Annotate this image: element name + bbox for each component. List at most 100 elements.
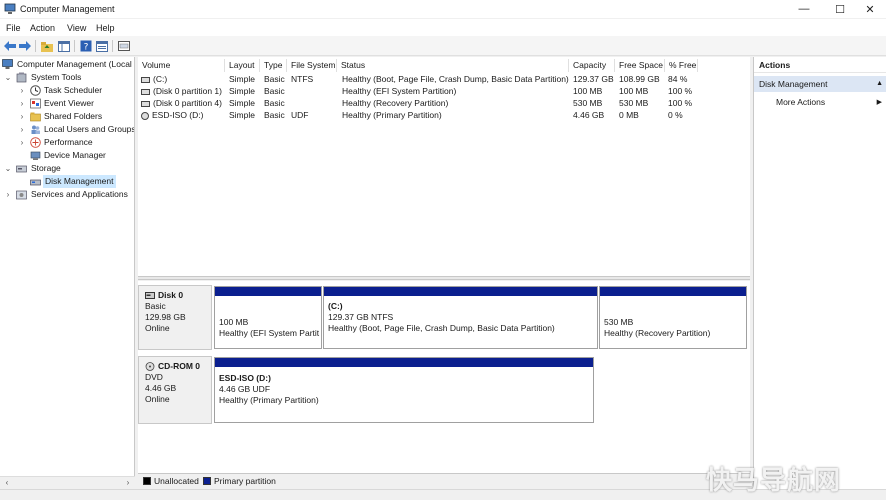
tree-item-disk-management[interactable]: Disk Management <box>30 175 134 188</box>
column-header-capacity[interactable]: Capacity <box>569 59 615 72</box>
console-tree-icon <box>58 40 70 52</box>
tree-horizontal-scrollbar[interactable]: ‹ › <box>0 476 135 489</box>
shared-folder-icon <box>30 112 41 122</box>
folder-up-icon <box>41 41 53 52</box>
toolbar: ? <box>0 36 886 56</box>
tree-item-system-tools[interactable]: ⌄ System Tools <box>4 71 134 84</box>
toolbar-separator <box>74 40 75 52</box>
actions-header: Actions <box>754 58 886 73</box>
menu-view[interactable]: View <box>67 23 86 33</box>
pane-splitter[interactable] <box>138 276 750 280</box>
help-button[interactable]: ? <box>79 39 93 53</box>
volume-cell: (Disk 0 partition 1) <box>141 85 222 97</box>
system-tools-icon <box>16 72 27 83</box>
partition-size: 530 MB <box>604 317 634 327</box>
properties-button[interactable] <box>95 39 109 53</box>
drive-icon <box>141 76 150 83</box>
minimize-button[interactable]: — <box>786 0 822 18</box>
type-cell: Basic <box>264 98 285 108</box>
tree-item-shared-folders[interactable]: › Shared Folders <box>18 110 134 123</box>
back-button[interactable] <box>3 39 17 53</box>
partition-efi[interactable]: 100 MB Healthy (EFI System Partit <box>214 286 322 349</box>
submenu-arrow-icon: ▶ <box>876 99 882 106</box>
free-space-cell: 100 MB <box>619 86 649 96</box>
users-icon <box>31 125 40 134</box>
percent-free-cell: 84 % <box>668 74 688 84</box>
partition-status: Healthy (EFI System Partit <box>219 328 320 338</box>
menu-file[interactable]: File <box>6 23 21 33</box>
event-viewer-icon <box>30 98 41 109</box>
partition-status: Healthy (Recovery Partition) <box>604 328 711 338</box>
disk-0-name: Disk 0 <box>145 290 205 301</box>
column-header-percent-free[interactable]: % Free <box>665 59 698 72</box>
tree-item-services-and-applications[interactable]: › Services and Applications <box>4 188 134 201</box>
collapse-up-icon[interactable]: ▲ <box>876 76 883 92</box>
chevron-right-icon[interactable]: › <box>4 188 12 201</box>
table-row[interactable]: ESD-ISO (D:) Simple Basic UDF Healthy (P… <box>138 109 750 121</box>
partition-esd-iso[interactable]: ESD-ISO (D:) 4.46 GB UDF Healthy (Primar… <box>214 357 594 423</box>
scroll-left-arrow[interactable]: ‹ <box>1 477 13 489</box>
chevron-right-icon[interactable]: › <box>18 84 26 97</box>
table-row[interactable]: (Disk 0 partition 1) Simple Basic Health… <box>138 85 750 97</box>
column-header-status[interactable]: Status <box>337 59 569 72</box>
tree-item-event-viewer[interactable]: › Event Viewer <box>18 97 134 110</box>
layout-cell: Simple <box>229 110 255 120</box>
forward-button[interactable] <box>18 39 32 53</box>
show-hide-tree-button[interactable] <box>57 39 71 53</box>
more-actions-item[interactable]: More Actions ▶ <box>776 96 886 109</box>
table-row[interactable]: (C:) Simple Basic NTFS Healthy (Boot, Pa… <box>138 73 750 85</box>
tree-item-storage[interactable]: ⌄ Storage <box>4 162 134 175</box>
tree-item-task-scheduler[interactable]: › Task Scheduler <box>18 84 134 97</box>
chevron-right-icon[interactable]: › <box>18 97 26 110</box>
primary-partition-bar <box>215 358 593 367</box>
help-icon: ? <box>80 40 92 52</box>
toolbar-separator <box>35 40 36 52</box>
close-button[interactable]: ✕ <box>852 0 886 18</box>
drive-icon <box>141 88 150 95</box>
tree-item-performance[interactable]: › Performance <box>18 136 134 149</box>
column-header-layout[interactable]: Layout <box>225 59 260 72</box>
disk-0-type: Basic <box>145 301 166 311</box>
scroll-right-arrow[interactable]: › <box>122 477 134 489</box>
partition-recovery[interactable]: 530 MB Healthy (Recovery Partition) <box>599 286 747 349</box>
layout-cell: Simple <box>229 74 255 84</box>
menu-action[interactable]: Action <box>30 23 55 33</box>
chevron-right-icon[interactable]: › <box>18 110 26 123</box>
tree-item-local-users-and-groups[interactable]: › Local Users and Groups <box>18 123 134 136</box>
menu-help[interactable]: Help <box>96 23 115 33</box>
volume-cell: ESD-ISO (D:) <box>141 109 203 121</box>
legend-primary-partition: Primary partition <box>214 476 276 486</box>
status-cell: Healthy (EFI System Partition) <box>342 86 457 96</box>
cdrom-0-size: 4.46 GB <box>145 383 177 393</box>
actions-section-disk-management[interactable]: Disk Management ▲ <box>754 76 886 92</box>
status-cell: Healthy (Primary Partition) <box>342 110 442 120</box>
drive-icon <box>141 100 150 107</box>
column-header-volume[interactable]: Volume <box>138 59 225 72</box>
disk-graphical-view: Disk 0 Basic 129.98 GB Online 100 MB Hea… <box>138 281 750 473</box>
up-level-button[interactable] <box>40 39 54 53</box>
tree-item-computer-management[interactable]: Computer Management (Local <box>2 58 134 71</box>
column-header-free-space[interactable]: Free Space <box>615 59 665 72</box>
cdrom-0-header[interactable]: CD-ROM 0 DVD 4.46 GB Online <box>138 356 212 424</box>
column-header-file-system[interactable]: File System <box>287 59 337 72</box>
disk-management-icon <box>30 179 41 186</box>
percent-free-cell: 0 % <box>668 110 683 120</box>
arrow-right-icon <box>19 41 31 51</box>
chevron-right-icon[interactable]: › <box>18 136 26 149</box>
free-space-cell: 108.99 GB <box>619 74 660 84</box>
primary-partition-bar <box>600 287 746 296</box>
chevron-right-icon[interactable]: › <box>18 123 26 136</box>
layout-cell: Simple <box>229 98 255 108</box>
partition-c-drive[interactable]: (C:) 129.37 GB NTFS Healthy (Boot, Page … <box>323 286 598 349</box>
column-header-type[interactable]: Type <box>260 59 287 72</box>
tree-item-device-manager[interactable]: Device Manager <box>18 149 134 162</box>
clock-icon <box>30 85 41 96</box>
properties-icon <box>96 40 108 52</box>
disk-view-button[interactable] <box>117 39 131 53</box>
disk-0-header[interactable]: Disk 0 Basic 129.98 GB Online <box>138 285 212 350</box>
disk-0-state: Online <box>145 323 170 333</box>
table-row[interactable]: (Disk 0 partition 4) Simple Basic Health… <box>138 97 750 109</box>
chevron-down-icon[interactable]: ⌄ <box>4 71 12 84</box>
watermark-text: 快马导航网 <box>706 466 842 496</box>
chevron-down-icon[interactable]: ⌄ <box>4 162 12 175</box>
